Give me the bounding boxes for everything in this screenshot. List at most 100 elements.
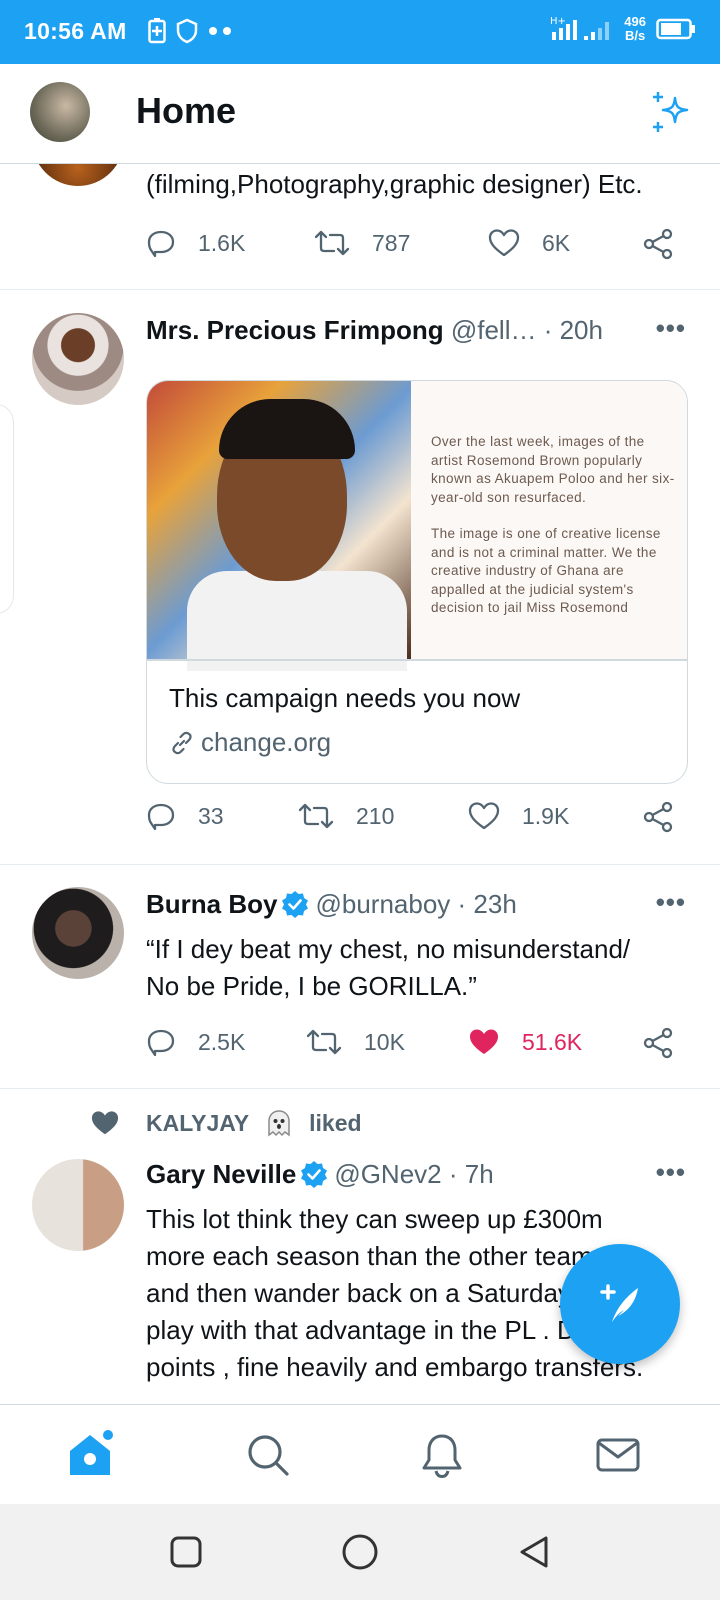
card-domain: change.org (169, 727, 331, 758)
reply-count: 2.5K (198, 1028, 246, 1055)
tweet-header: Mrs. Precious Frimpong @fell… · 20h (146, 315, 680, 346)
page-title: Home (136, 90, 237, 131)
tweet-avatar[interactable] (32, 1159, 124, 1251)
share-icon (643, 1027, 673, 1059)
share-button[interactable] (642, 1027, 674, 1059)
reply-icon (147, 230, 175, 258)
tweet-precious-frimpong[interactable]: Mrs. Precious Frimpong @fell… · 20h ••• … (0, 291, 720, 865)
profile-avatar[interactable] (30, 82, 90, 142)
tweet-header: Gary Neville @GNev2 · 7h (146, 1159, 680, 1190)
status-time: 10:56 AM (24, 18, 127, 44)
share-button[interactable] (642, 228, 674, 260)
like-count: 1.9K (522, 802, 570, 829)
sparkle-icon[interactable] (648, 90, 692, 139)
author-handle[interactable]: @GNev2 (334, 1159, 441, 1189)
timeline-feed[interactable]: (filming,Photography,graphic designer) E… (0, 164, 720, 1404)
verified-badge-icon (282, 891, 309, 918)
reply-button[interactable]: 33 (146, 801, 224, 831)
social-context: KALYJAY liked (90, 1109, 362, 1137)
card-image-text: Over the last week, images of the artist… (411, 381, 687, 659)
reply-button[interactable]: 1.6K (146, 228, 245, 258)
liked-by-name[interactable]: KALYJAY (146, 1110, 249, 1137)
author-name[interactable]: Burna Boy (146, 889, 277, 919)
battery-saver-icon (148, 18, 166, 44)
retweet-button[interactable]: 10K (306, 1027, 405, 1057)
ghost-emoji-icon (268, 1110, 290, 1137)
reply-icon (147, 1029, 175, 1057)
card-image-paragraph: The image is one of creative license and… (431, 526, 661, 615)
author-handle[interactable]: @fell… (451, 315, 537, 345)
nav-notifications[interactable] (414, 1427, 470, 1483)
like-count: 51.6K (522, 1028, 583, 1055)
link-card[interactable]: Over the last week, images of the artist… (146, 380, 688, 784)
bell-icon (422, 1434, 462, 1479)
status-notification-icons (148, 18, 234, 44)
back-triangle-icon (520, 1536, 548, 1568)
heart-filled-icon (91, 1111, 119, 1135)
heart-icon (468, 802, 500, 830)
net-speed: 496 B/s (624, 14, 646, 43)
tweet-text: (filming,Photography,graphic designer) E… (146, 169, 643, 199)
more-options-button[interactable]: ••• (656, 313, 686, 344)
tweet-time: · 23h (457, 889, 517, 919)
card-image (147, 381, 411, 671)
home-system-button[interactable] (340, 1532, 380, 1572)
liked-label: liked (309, 1109, 362, 1136)
like-button[interactable]: 51.6K (468, 1027, 582, 1057)
retweet-icon (298, 803, 334, 829)
nav-search[interactable] (240, 1427, 296, 1483)
app-header: Home (0, 64, 720, 164)
retweet-icon (306, 1029, 342, 1055)
card-image-paragraph: Over the last week, images of the artist… (431, 434, 675, 505)
bottom-navigation (0, 1404, 720, 1504)
like-button[interactable]: 1.9K (468, 801, 569, 831)
share-icon (643, 228, 673, 260)
back-button[interactable] (514, 1532, 554, 1572)
tweet-text: “If I dey beat my chest, no misunderstan… (146, 934, 631, 1001)
compose-tweet-button[interactable] (560, 1244, 680, 1364)
nav-messages[interactable] (590, 1427, 646, 1483)
heart-filled-icon (470, 1029, 498, 1054)
tweet-actions: 2.5K 10K 51.6K (146, 1027, 686, 1067)
nav-home[interactable] (62, 1427, 118, 1483)
author-name[interactable]: Gary Neville (146, 1159, 296, 1189)
heart-icon (488, 229, 520, 257)
tweet-avatar[interactable] (32, 313, 124, 405)
status-system-icons: H+ 496 B/s (550, 14, 696, 44)
tweet-avatar[interactable] (32, 887, 124, 979)
like-button[interactable]: 6K (488, 228, 570, 258)
status-bar: 10:56 AM H+ 496 B/s (0, 0, 720, 64)
more-options-button[interactable]: ••• (656, 887, 686, 918)
reply-button[interactable]: 2.5K (146, 1027, 245, 1057)
like-count: 6K (542, 229, 571, 256)
shield-icon (176, 18, 198, 44)
tweet-partial[interactable]: (filming,Photography,graphic designer) E… (0, 164, 720, 290)
mail-icon (596, 1438, 640, 1472)
retweet-icon (314, 230, 350, 256)
author-handle[interactable]: @burnaboy (315, 889, 450, 919)
retweet-count: 210 (356, 802, 395, 829)
share-button[interactable] (642, 801, 674, 833)
tweet-avatar[interactable] (32, 164, 124, 186)
tweet-burna-boy[interactable]: Burna Boy @burnaboy · 23h ••• “If I dey b… (0, 865, 720, 1089)
recent-apps-button[interactable] (166, 1532, 206, 1572)
reply-count: 33 (198, 802, 224, 829)
more-options-button[interactable]: ••• (656, 1157, 686, 1188)
square-icon (170, 1536, 202, 1568)
link-icon (172, 731, 192, 754)
verified-badge-icon (301, 1161, 328, 1188)
reply-count: 1.6K (198, 229, 246, 256)
circle-icon (342, 1534, 378, 1570)
retweet-count: 10K (364, 1028, 405, 1055)
signal-icon: H+ (550, 16, 610, 40)
retweet-count: 787 (372, 229, 411, 256)
reply-icon (147, 803, 175, 831)
battery-icon (656, 18, 695, 40)
home-icon (70, 1430, 113, 1475)
retweet-button[interactable]: 787 (314, 228, 410, 258)
author-name[interactable]: Mrs. Precious Frimpong (146, 315, 444, 345)
tweet-time: · 7h (448, 1159, 494, 1189)
svg-text:H+: H+ (550, 16, 566, 27)
retweet-button[interactable]: 210 (298, 801, 394, 831)
system-navigation-bar (0, 1504, 720, 1600)
